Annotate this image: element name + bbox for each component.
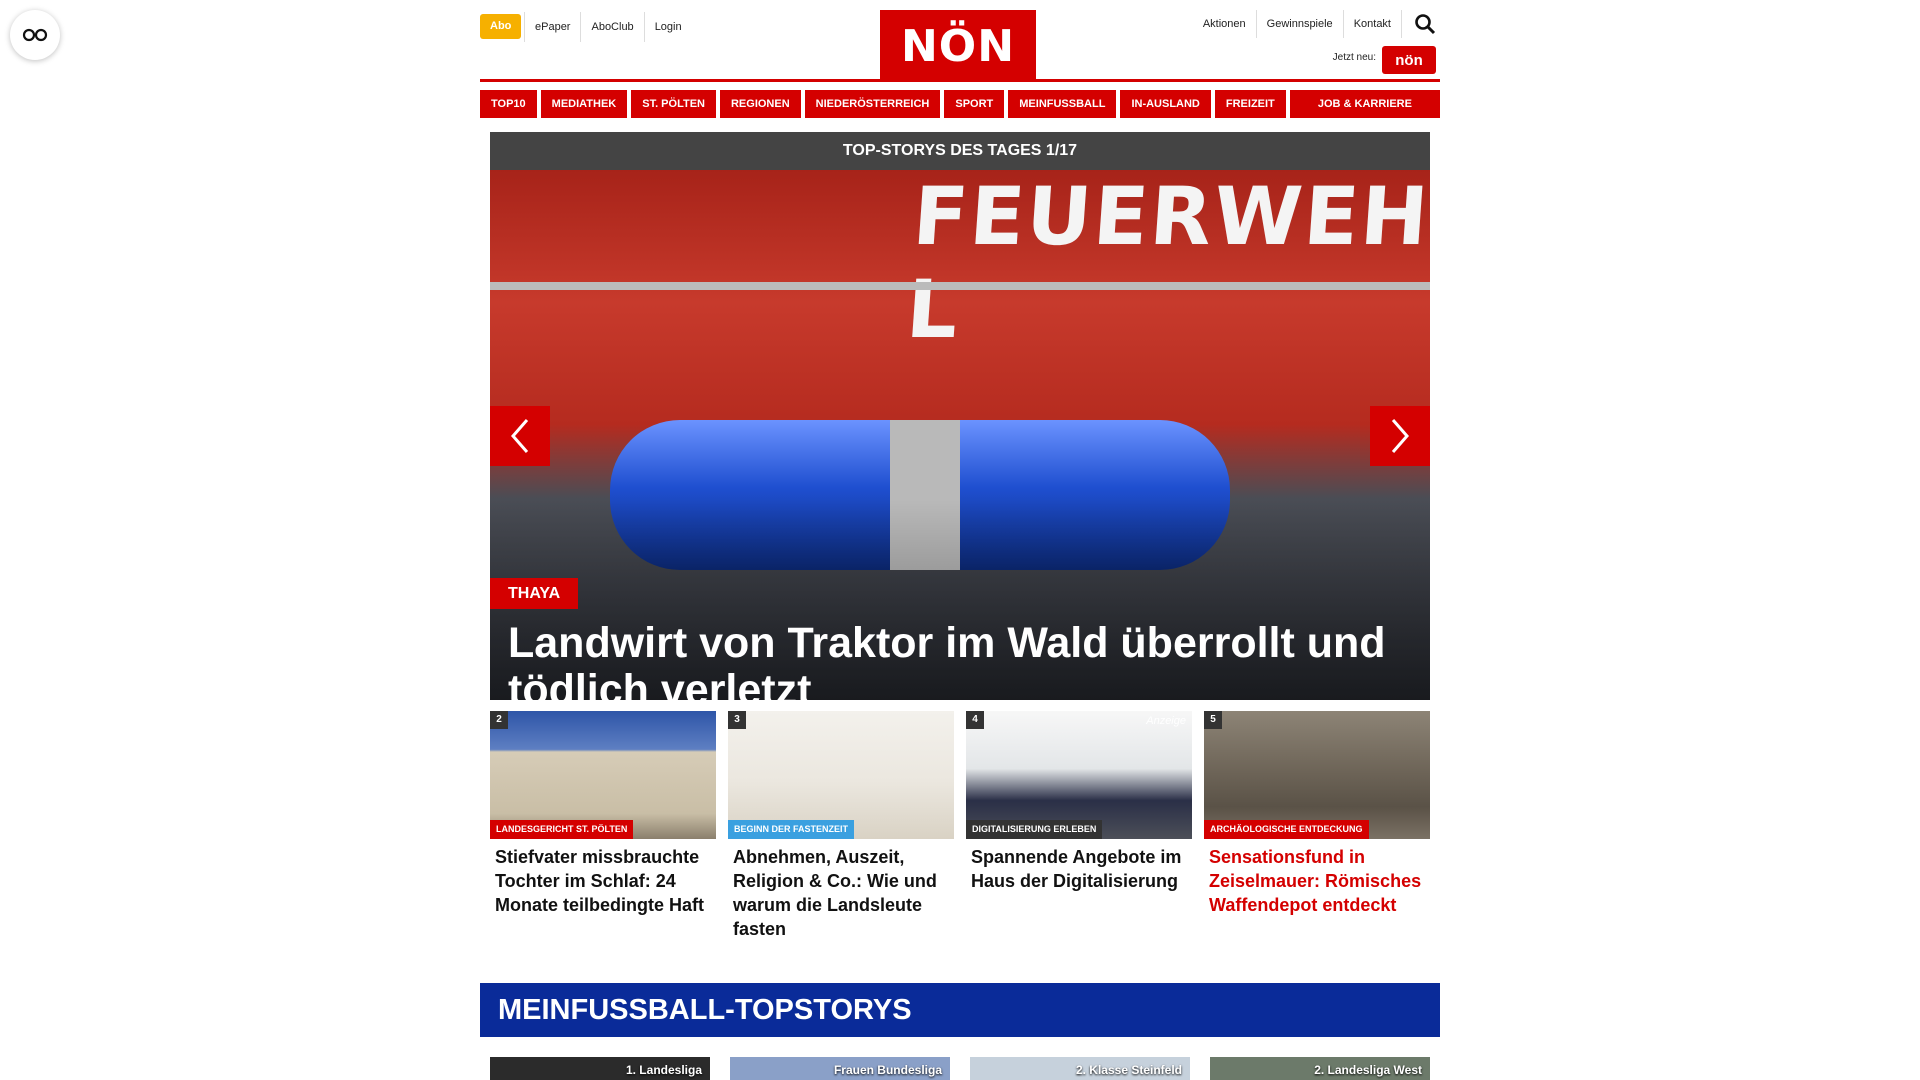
hero-slide[interactable]: FEUERWEHR L THAYA Landwirt von Traktor i… bbox=[490, 170, 1430, 700]
glasses-icon bbox=[22, 28, 48, 42]
chevron-right-icon bbox=[1391, 419, 1409, 453]
promo-logo[interactable]: nön bbox=[1382, 46, 1436, 74]
teaser-number: 5 bbox=[1204, 711, 1222, 729]
teaser-tag: BEGINN DER FASTENZEIT bbox=[728, 820, 855, 839]
teaser-tag: ARCHÄOLOGISCHE ENTDECKUNG bbox=[1204, 820, 1369, 839]
hero-image-rail bbox=[490, 282, 1430, 290]
teaser-headline[interactable]: Spannende Angebote im Haus der Digitalis… bbox=[966, 845, 1192, 893]
hero-image-lettering: FEUERWEHR L bbox=[903, 170, 1430, 356]
meinfussball-heading[interactable]: MEINFUSSBALL-TOPSTORYS bbox=[480, 983, 1440, 1037]
aboclub-link[interactable]: AboClub bbox=[580, 12, 643, 42]
nav-in-ausland[interactable]: IN-AUSLAND bbox=[1120, 90, 1211, 118]
teaser-headline[interactable]: Abnehmen, Auszeit, Religion & Co.: Wie u… bbox=[728, 845, 954, 941]
site-header: Abo ePaper AboClub Login NÖN Aktionen Ge… bbox=[480, 0, 1440, 82]
teaser-number: 4 bbox=[966, 711, 984, 729]
teaser-headline[interactable]: Sensationsfund in Zeiselmauer: Römisches… bbox=[1204, 845, 1430, 917]
nav-meinfussball[interactable]: MEINFUSSBALL bbox=[1008, 90, 1117, 118]
search-icon[interactable] bbox=[1414, 13, 1436, 35]
top-stories-heading: TOP-STORYS DES TAGES 1/17 bbox=[490, 132, 1430, 170]
nav-regionen[interactable]: REGIONEN bbox=[719, 90, 801, 118]
football-card[interactable]: 2. Klasse Steinfeld bbox=[970, 1057, 1190, 1080]
reader-mode-button[interactable] bbox=[10, 10, 60, 60]
football-card-label: 2. Landesliga West bbox=[1314, 1063, 1422, 1077]
football-card-label: 2. Klasse Steinfeld bbox=[1075, 1063, 1182, 1077]
nav-freizeit[interactable]: FREIZEIT bbox=[1214, 90, 1286, 118]
hero-headline[interactable]: Landwirt von Traktor im Wald überrollt u… bbox=[508, 619, 1418, 700]
football-card-label: Frauen Bundesliga bbox=[833, 1063, 942, 1077]
login-link[interactable]: Login bbox=[643, 12, 692, 42]
gewinnspiele-link[interactable]: Gewinnspiele bbox=[1257, 10, 1344, 38]
teaser-tag: LANDESGERICHT ST. PÖLTEN bbox=[490, 820, 634, 839]
teaser-card[interactable]: 3 BEGINN DER FASTENZEIT Abnehmen, Auszei… bbox=[728, 711, 954, 941]
football-teaser-row: 1. Landesliga Frauen Bundesliga 2. Klass… bbox=[490, 1057, 1430, 1080]
chevron-left-icon bbox=[511, 419, 529, 453]
abo-button[interactable]: Abo bbox=[480, 14, 522, 39]
top-links: ePaper AboClub Login bbox=[524, 12, 692, 42]
site-logo[interactable]: NÖN bbox=[880, 10, 1036, 82]
kontakt-link[interactable]: Kontakt bbox=[1344, 10, 1402, 38]
teaser-card[interactable]: 2 LANDESGERICHT ST. PÖLTEN Stiefvater mi… bbox=[490, 711, 716, 941]
slider-next-button[interactable] bbox=[1370, 406, 1430, 466]
teaser-headline[interactable]: Stiefvater missbrauchte Tochter im Schla… bbox=[490, 845, 716, 917]
ad-label: Anzeige bbox=[1146, 715, 1186, 727]
teaser-image[interactable]: 4 Anzeige DIGITALISIERUNG ERLEBEN bbox=[966, 711, 1192, 839]
teaser-image[interactable]: 2 LANDESGERICHT ST. PÖLTEN bbox=[490, 711, 716, 839]
teaser-number: 3 bbox=[728, 711, 746, 729]
nav-niederoesterreich[interactable]: NIEDERÖSTERREICH bbox=[804, 90, 941, 118]
nav-st-poelten[interactable]: ST. PÖLTEN bbox=[631, 90, 716, 118]
teaser-image[interactable]: 5 ARCHÄOLOGISCHE ENTDECKUNG bbox=[1204, 711, 1430, 839]
page-wrapper: Abo ePaper AboClub Login NÖN Aktionen Ge… bbox=[480, 0, 1440, 1080]
football-card[interactable]: 2. Landesliga West bbox=[1210, 1057, 1430, 1080]
aktionen-link[interactable]: Aktionen bbox=[1193, 10, 1257, 38]
teaser-number: 2 bbox=[490, 711, 508, 729]
football-card[interactable]: Frauen Bundesliga bbox=[730, 1057, 950, 1080]
teaser-row: 2 LANDESGERICHT ST. PÖLTEN Stiefvater mi… bbox=[490, 711, 1430, 941]
epaper-link[interactable]: ePaper bbox=[524, 12, 580, 42]
football-card-label: 1. Landesliga bbox=[625, 1063, 702, 1077]
jetzt-neu-label: Jetzt neu: bbox=[1332, 52, 1376, 63]
nav-sport[interactable]: SPORT bbox=[944, 90, 1005, 118]
teaser-image[interactable]: 3 BEGINN DER FASTENZEIT bbox=[728, 711, 954, 839]
slider-prev-button[interactable] bbox=[490, 406, 550, 466]
hero-category[interactable]: THAYA bbox=[490, 578, 579, 609]
nav-top10[interactable]: TOP10 bbox=[480, 90, 537, 118]
teaser-card[interactable]: 4 Anzeige DIGITALISIERUNG ERLEBEN Spanne… bbox=[966, 711, 1192, 941]
top-stories-stage: TOP-STORYS DES TAGES 1/17 FEUERWEHR L TH… bbox=[490, 132, 1430, 941]
main-nav: TOP10 MEDIATHEK ST. PÖLTEN REGIONEN NIED… bbox=[480, 90, 1440, 118]
teaser-card[interactable]: 5 ARCHÄOLOGISCHE ENTDECKUNG Sensationsfu… bbox=[1204, 711, 1430, 941]
football-card[interactable]: 1. Landesliga bbox=[490, 1057, 710, 1080]
teaser-tag: DIGITALISIERUNG ERLEBEN bbox=[966, 820, 1103, 839]
service-links: Aktionen Gewinnspiele Kontakt bbox=[1193, 10, 1402, 38]
nav-job-karriere[interactable]: JOB & KARRIERE bbox=[1289, 90, 1440, 118]
nav-mediathek[interactable]: MEDIATHEK bbox=[540, 90, 628, 118]
